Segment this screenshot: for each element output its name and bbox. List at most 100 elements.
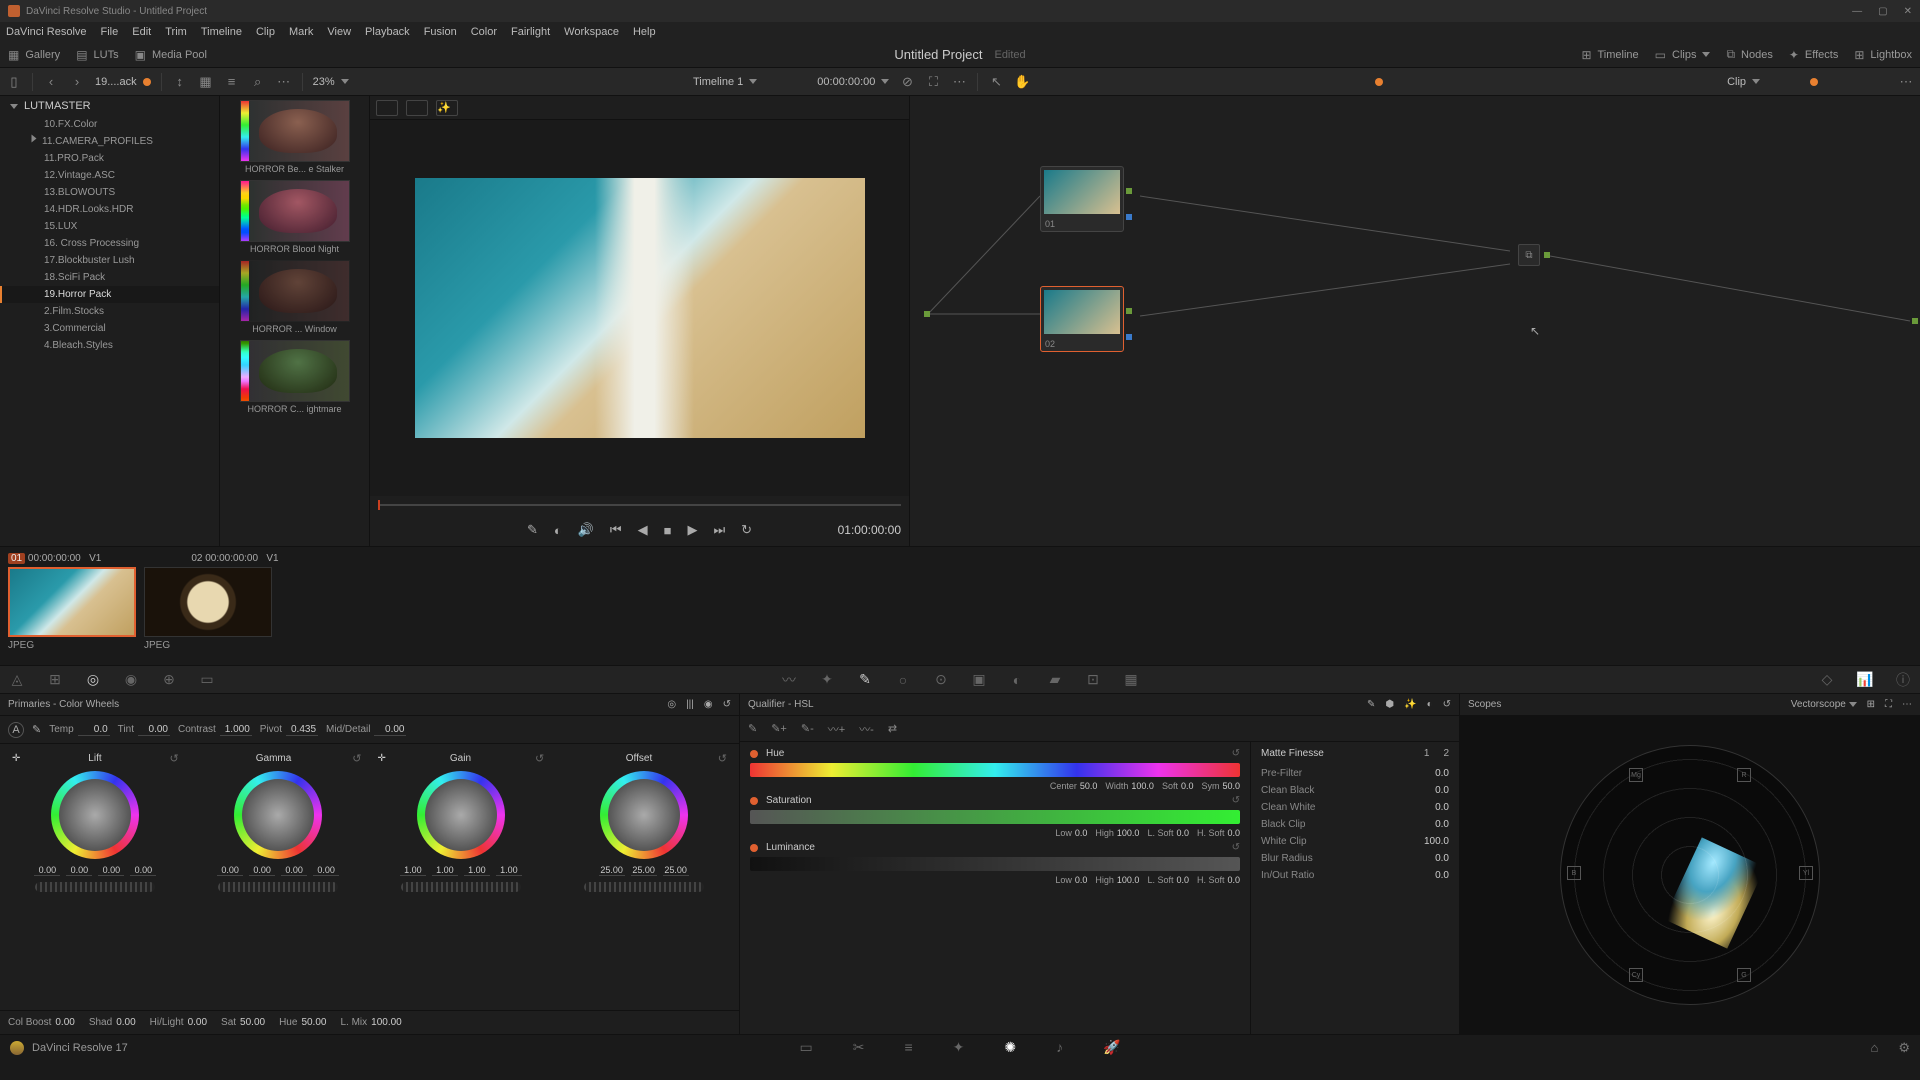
menu-item[interactable]: Trim <box>165 26 187 38</box>
fairlight-page-icon[interactable]: ♪ <box>1056 1039 1063 1056</box>
highlight-icon[interactable]: ✨ <box>436 100 458 116</box>
reset-icon[interactable]: ↺ <box>535 752 544 765</box>
node-port[interactable] <box>1126 188 1132 194</box>
more-icon[interactable]: ⋯ <box>951 74 967 90</box>
menu-item[interactable]: Clip <box>256 26 275 38</box>
warper-icon[interactable]: ✦ <box>818 671 836 689</box>
more-icon[interactable]: ⋯ <box>276 74 292 90</box>
log-mode-icon[interactable]: ◉ <box>704 699 713 710</box>
menu-item[interactable]: DaVinci Resolve <box>6 26 87 38</box>
menu-item[interactable]: Color <box>471 26 497 38</box>
unmix-icon[interactable]: ◐ <box>554 523 562 538</box>
node-port[interactable] <box>1126 308 1132 314</box>
nodes-toggle[interactable]: ⧉Nodes <box>1726 47 1772 62</box>
middetail-value[interactable]: 0.00 <box>374 724 406 736</box>
reset-icon[interactable]: ↺ <box>1443 699 1451 710</box>
scopes-icon[interactable]: 📊 <box>1856 671 1874 689</box>
timeline-toggle[interactable]: ⊞Timeline <box>1581 48 1638 62</box>
layout-icon[interactable]: ⊞ <box>1867 699 1875 710</box>
auto-icon[interactable]: A <box>8 722 24 738</box>
reset-icon[interactable]: ↺ <box>1232 748 1240 759</box>
wand-icon[interactable]: ✨ <box>1404 699 1416 710</box>
menu-item[interactable]: Timeline <box>201 26 242 38</box>
wheels-icon[interactable]: ◎ <box>84 671 102 689</box>
layer-mixer-node[interactable]: ⧉ <box>1518 244 1540 266</box>
list-view-icon[interactable]: ≡ <box>224 74 240 90</box>
jog-wheel[interactable] <box>401 882 521 892</box>
gallery-toggle[interactable]: ▦Gallery <box>8 48 60 62</box>
jog-wheel[interactable] <box>218 882 338 892</box>
back-icon[interactable]: ‹ <box>43 74 59 90</box>
hand-icon[interactable]: ✋ <box>1014 74 1030 90</box>
key-icon[interactable]: ▰ <box>1046 671 1064 689</box>
picker-sub-icon[interactable]: ✎- <box>801 722 814 735</box>
reset-icon[interactable]: ↺ <box>1232 842 1240 853</box>
forward-icon[interactable]: › <box>69 74 85 90</box>
sort-icon[interactable]: ↕ <box>172 74 188 90</box>
magic-mask-icon[interactable]: ▣ <box>970 671 988 689</box>
color-wheel[interactable] <box>600 771 688 859</box>
stop-icon[interactable]: ■ <box>664 523 672 538</box>
edit-page-icon[interactable]: ≡ <box>904 1039 912 1056</box>
lut-folder[interactable]: 11.CAMERA_PROFILES <box>0 133 219 150</box>
color-picker-icon[interactable]: ✎ <box>527 522 538 538</box>
invert-icon[interactable]: ◐ <box>1427 699 1433 710</box>
clip-mode-selector[interactable]: Clip <box>1727 76 1760 88</box>
sizing-icon[interactable]: ⊡ <box>1084 671 1102 689</box>
lut-thumb[interactable]: HORROR Be... e Stalker <box>224 100 365 174</box>
output-port[interactable] <box>1912 318 1918 324</box>
node-port[interactable] <box>1126 214 1132 220</box>
menu-item[interactable]: Playback <box>365 26 410 38</box>
picker-icon[interactable]: ✎ <box>32 723 41 736</box>
timeline-selector[interactable]: Timeline 1 <box>693 76 757 88</box>
cut-page-icon[interactable]: ✂ <box>853 1039 865 1056</box>
3d-icon[interactable]: ⬢ <box>1385 699 1394 710</box>
menu-item[interactable]: View <box>327 26 351 38</box>
qualifier-icon[interactable]: ✎ <box>856 671 874 689</box>
picker-icon[interactable]: ✎ <box>1367 699 1375 710</box>
lut-folder[interactable]: 15.LUX <box>0 218 219 235</box>
contrast-value[interactable]: 1.000 <box>220 724 252 736</box>
info-icon[interactable]: ⓘ <box>1894 671 1912 689</box>
temp-value[interactable]: 0.0 <box>78 724 110 736</box>
pivot-value[interactable]: 0.435 <box>286 724 318 736</box>
lut-thumb[interactable]: HORROR ... Window <box>224 260 365 334</box>
keyframe-icon[interactable]: ◇ <box>1818 671 1836 689</box>
lut-folder[interactable]: 11.PRO.Pack <box>0 150 219 167</box>
reset-icon[interactable]: ↺ <box>723 699 731 710</box>
pointer-icon[interactable]: ↖ <box>988 74 1004 90</box>
node-02[interactable]: 02 <box>1040 286 1124 352</box>
lut-folder[interactable]: 19.Horror Pack <box>0 286 219 303</box>
reset-icon[interactable]: ↺ <box>170 752 179 765</box>
maximize-icon[interactable]: ▢ <box>1878 6 1887 17</box>
lut-thumb[interactable]: HORROR C... ightmare <box>224 340 365 414</box>
expand-icon[interactable]: ⛶ <box>1885 699 1892 710</box>
home-icon[interactable]: ⌂ <box>1870 1040 1878 1056</box>
lut-folder[interactable]: 13.BLOWOUTS <box>0 184 219 201</box>
curves-icon[interactable]: ◬ <box>8 671 26 689</box>
lut-root[interactable]: LUTMASTER <box>0 96 219 116</box>
picker-icon[interactable]: ✎ <box>748 722 757 735</box>
color-page-icon[interactable]: ✺ <box>1004 1039 1016 1056</box>
panel-icon[interactable]: ▯ <box>6 74 22 90</box>
menu-item[interactable]: Edit <box>132 26 151 38</box>
more-icon[interactable]: ⋯ <box>1902 699 1912 710</box>
sat-slider[interactable] <box>750 810 1240 824</box>
close-icon[interactable]: ✕ <box>1904 6 1912 17</box>
more-icon[interactable]: ⋯ <box>1898 74 1914 90</box>
menu-item[interactable]: File <box>101 26 119 38</box>
loop-icon[interactable]: ↻ <box>741 522 752 538</box>
media-page-icon[interactable]: ▭ <box>799 1039 812 1056</box>
last-frame-icon[interactable]: ⏭ <box>713 522 725 538</box>
lightbox-toggle[interactable]: ⊞Lightbox <box>1854 48 1912 62</box>
invert-icon[interactable]: ⇄ <box>888 722 897 735</box>
adjust-icon[interactable]: ✛ <box>378 753 386 764</box>
bypass-icon[interactable]: ⊘ <box>899 74 915 90</box>
luts-toggle[interactable]: ▤LUTs <box>76 48 118 62</box>
image-wipe-icon[interactable] <box>376 100 398 116</box>
blur-icon[interactable]: ◐ <box>1008 671 1026 689</box>
window-icon[interactable]: ○ <box>894 671 912 689</box>
reset-icon[interactable]: ↺ <box>1232 795 1240 806</box>
color-wheel[interactable] <box>417 771 505 859</box>
menu-item[interactable]: Fusion <box>424 26 457 38</box>
